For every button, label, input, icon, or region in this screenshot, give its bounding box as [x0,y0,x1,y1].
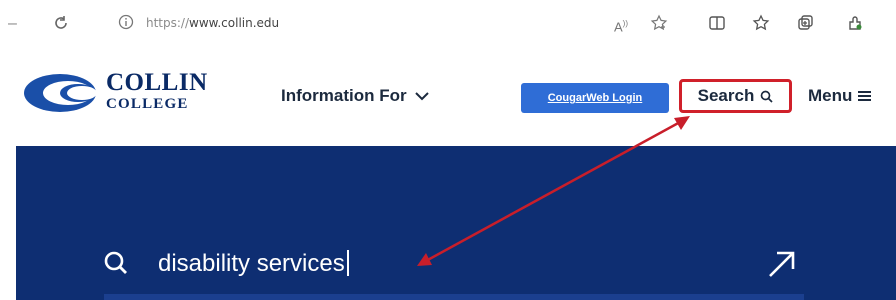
browser-toolbar: – https://www.collin.edu A)) [0,0,896,49]
search-button[interactable]: Search [679,79,792,113]
text-caret [346,250,349,276]
search-field-underline [104,294,804,300]
cougarweb-login-button[interactable]: CougarWeb Login [521,83,669,113]
menu-button[interactable]: Menu [808,86,872,106]
back-icon[interactable]: – [8,14,17,34]
cougarweb-login-label: CougarWeb Login [547,92,643,104]
search-button-label: Search [697,86,755,105]
logo-line-1: COLLIN [106,69,208,96]
favorite-icon[interactable] [650,14,668,38]
information-for-dropdown[interactable]: Information For [281,86,429,106]
chevron-down-icon [414,92,429,101]
url-domain: www.collin.edu [189,16,280,30]
logo-mark-icon [24,74,97,112]
split-screen-icon[interactable] [708,14,726,38]
site-header: COLLIN COLLEGE Information For CougarWeb… [0,48,896,146]
logo-wordmark: COLLIN COLLEGE [106,70,208,112]
search-input[interactable]: disability services [158,250,349,278]
search-query-text: disability services [158,250,345,277]
collin-college-logo[interactable]: COLLIN COLLEGE [22,68,222,122]
logo-line-2: COLLEGE [106,96,189,112]
collections-icon[interactable] [796,14,814,38]
search-icon [760,90,773,103]
url-prefix: https:// [146,16,190,30]
address-bar[interactable]: https://www.collin.edu [146,16,279,30]
search-field[interactable]: disability services [104,240,804,288]
information-for-label: Information For [281,86,407,105]
refresh-icon[interactable] [52,14,70,38]
hamburger-icon [858,91,872,101]
search-field-icon [104,251,127,274]
read-aloud-icon[interactable]: A)) [614,14,628,37]
extensions-icon[interactable] [846,14,864,38]
favorites-bar-icon[interactable] [752,14,770,38]
submit-arrow-icon[interactable] [766,248,798,280]
site-info-icon[interactable] [118,14,134,36]
menu-button-label: Menu [808,86,853,105]
